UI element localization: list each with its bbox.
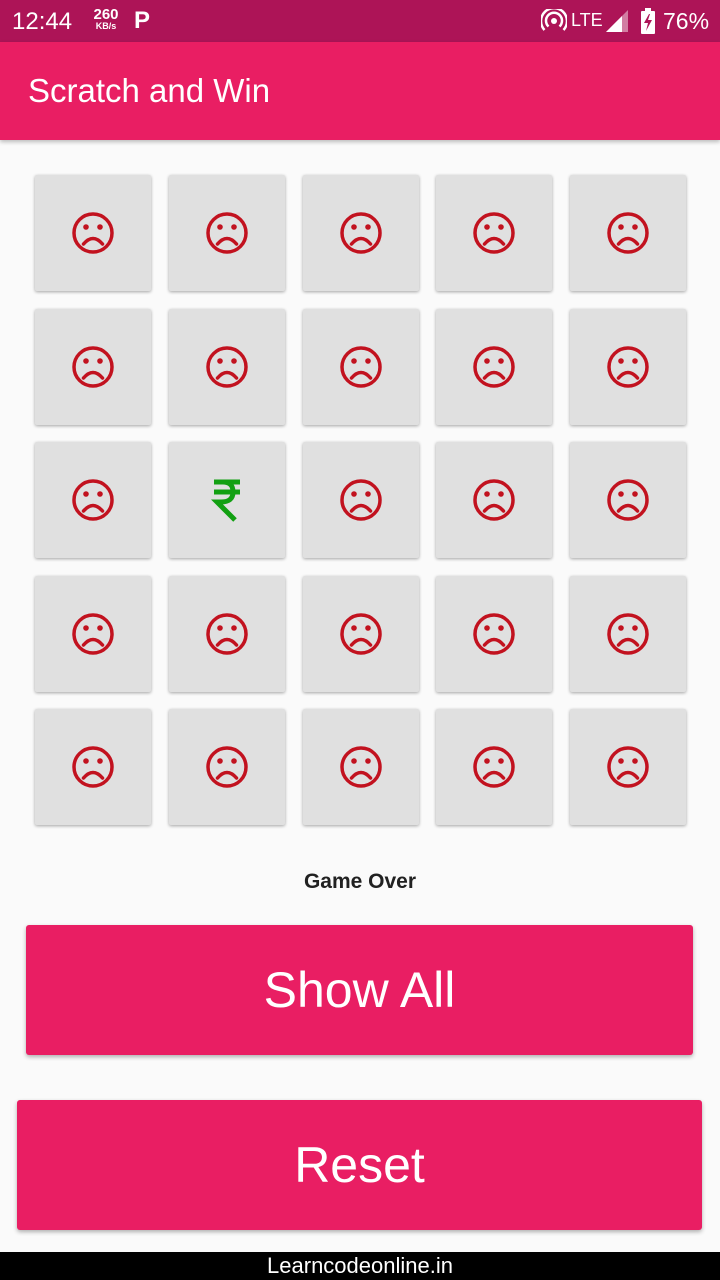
sad-face-icon [205, 345, 249, 389]
scratch-tile[interactable] [436, 175, 552, 291]
scratch-tile[interactable] [35, 309, 151, 425]
sad-face-icon [339, 478, 383, 522]
sad-face-icon [339, 211, 383, 255]
scratch-tile[interactable] [303, 709, 419, 825]
scratch-tile[interactable] [436, 309, 552, 425]
sad-face-icon [205, 612, 249, 656]
scratch-tile[interactable] [169, 309, 285, 425]
sad-face-icon [339, 745, 383, 789]
scratch-tile[interactable] [169, 576, 285, 692]
rupee-icon [211, 478, 243, 522]
sad-face-icon [472, 612, 516, 656]
sad-face-icon [472, 211, 516, 255]
sad-face-icon [606, 612, 650, 656]
scratch-tile[interactable] [303, 309, 419, 425]
scratch-tile[interactable] [570, 309, 686, 425]
scratch-tile[interactable] [169, 175, 285, 291]
sad-face-icon [71, 612, 115, 656]
sad-face-icon [606, 345, 650, 389]
scratch-tile[interactable] [570, 175, 686, 291]
sad-face-icon [339, 345, 383, 389]
sad-face-icon [472, 745, 516, 789]
game-status-text: Game Over [303, 870, 417, 893]
scratch-tile[interactable] [303, 175, 419, 291]
reset-button[interactable]: Reset [17, 1100, 702, 1230]
sad-face-icon [71, 345, 115, 389]
scratch-tile[interactable] [570, 709, 686, 825]
sad-face-icon [339, 612, 383, 656]
scratch-tile[interactable] [436, 709, 552, 825]
sad-face-icon [606, 478, 650, 522]
scratch-tile[interactable] [35, 709, 151, 825]
scratch-tile[interactable] [35, 442, 151, 558]
sad-face-icon [205, 211, 249, 255]
sad-face-icon [71, 478, 115, 522]
show-all-button[interactable]: Show All [26, 925, 693, 1055]
scratch-tile[interactable] [169, 709, 285, 825]
scratch-tile[interactable] [35, 175, 151, 291]
sad-face-icon [205, 745, 249, 789]
scratch-tile[interactable] [303, 442, 419, 558]
scratch-tile[interactable] [169, 442, 285, 558]
sad-face-icon [472, 478, 516, 522]
sad-face-icon [71, 745, 115, 789]
scratch-grid [0, 0, 720, 840]
scratch-tile[interactable] [303, 576, 419, 692]
scratch-tile[interactable] [436, 442, 552, 558]
footer-text: Learncodeonline.in [267, 1253, 453, 1278]
scratch-tile[interactable] [35, 576, 151, 692]
sad-face-icon [606, 211, 650, 255]
scratch-tile[interactable] [570, 576, 686, 692]
sad-face-icon [606, 745, 650, 789]
footer-bar: Learncodeonline.in [0, 1252, 720, 1280]
sad-face-icon [71, 211, 115, 255]
sad-face-icon [472, 345, 516, 389]
scratch-tile[interactable] [570, 442, 686, 558]
scratch-tile[interactable] [436, 576, 552, 692]
